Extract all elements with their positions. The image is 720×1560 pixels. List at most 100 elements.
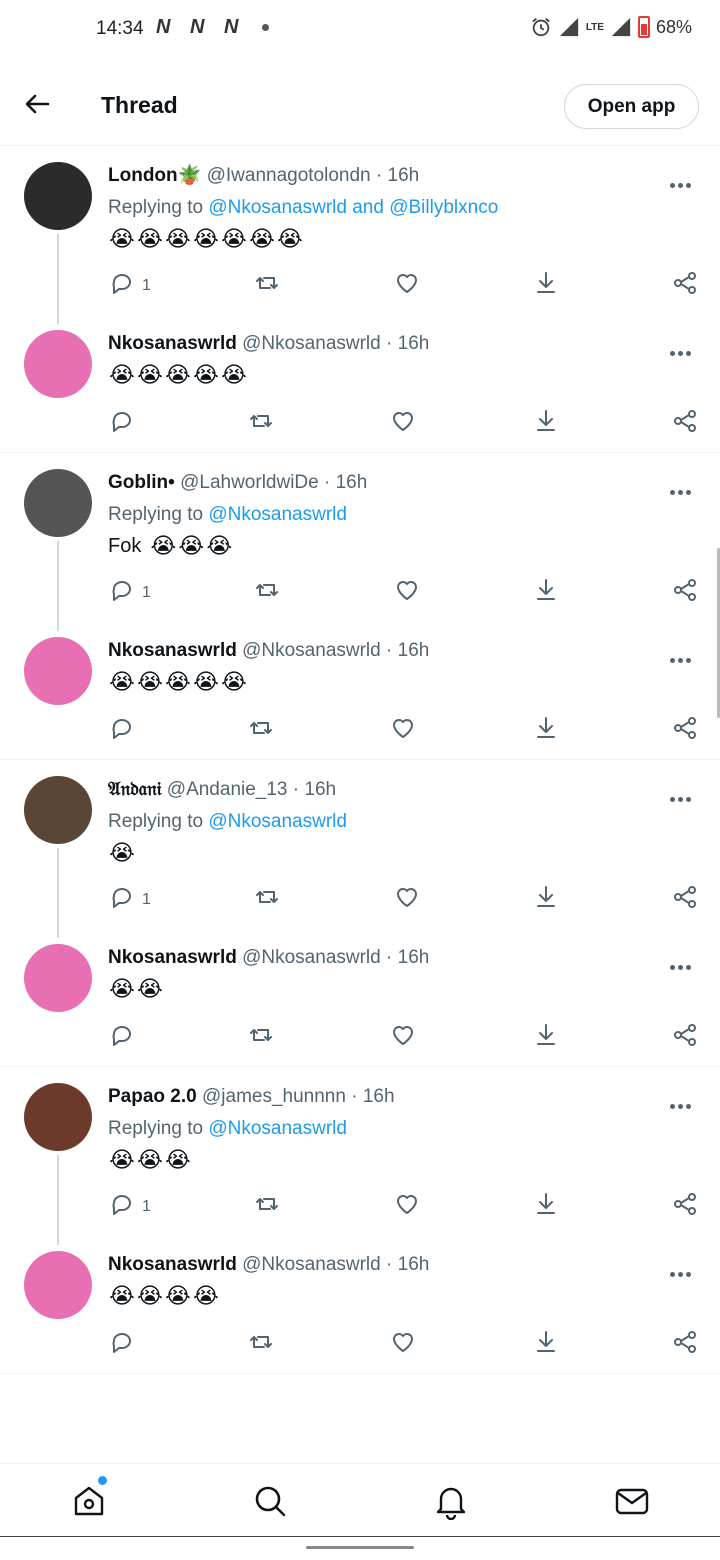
like-button[interactable] <box>390 715 416 746</box>
display-name[interactable]: Nkosanaswrld <box>108 947 237 968</box>
download-button[interactable] <box>533 408 559 439</box>
display-name[interactable]: Goblin• <box>108 472 175 493</box>
open-app-button[interactable]: Open app <box>564 84 699 129</box>
more-icon[interactable] <box>670 1096 696 1109</box>
tweet[interactable]: Nkosanaswrld @Nkosanaswrld · 16h 😭 😭 😭 😭 <box>0 1237 720 1373</box>
timestamp[interactable]: · 16h <box>386 333 429 354</box>
retweet-button[interactable] <box>248 1022 274 1053</box>
reply-button[interactable]: 1 <box>108 1191 151 1222</box>
download-button[interactable] <box>533 1191 559 1222</box>
gesture-bar[interactable] <box>306 1546 414 1549</box>
avatar[interactable] <box>24 1083 92 1151</box>
display-name[interactable]: Nkosanaswrld <box>108 1254 237 1275</box>
more-icon[interactable] <box>670 957 696 970</box>
retweet-button[interactable] <box>254 884 280 915</box>
avatar[interactable] <box>24 944 92 1012</box>
mention-link[interactable]: @Nkosanaswrld <box>208 504 347 525</box>
like-button[interactable] <box>394 1191 420 1222</box>
user-handle[interactable]: @Andanie_13 <box>167 779 288 800</box>
share-button[interactable] <box>672 715 698 746</box>
tweet[interactable]: Goblin• @LahworldwiDe · 16h Replying to @… <box>0 453 720 631</box>
mention-link[interactable]: @Nkosanaswrld <box>208 811 347 832</box>
avatar[interactable] <box>24 1251 92 1319</box>
timestamp[interactable]: · 16h <box>376 165 419 186</box>
display-name[interactable]: London <box>108 165 178 186</box>
share-button[interactable] <box>672 408 698 439</box>
reply-button[interactable] <box>108 1022 134 1053</box>
mention-link[interactable]: @Nkosanaswrld and @Billyblxnco <box>208 197 498 218</box>
search-icon[interactable] <box>251 1482 289 1520</box>
reply-button[interactable] <box>108 715 134 746</box>
like-button[interactable] <box>394 884 420 915</box>
like-button[interactable] <box>390 1022 416 1053</box>
more-icon[interactable] <box>670 1264 696 1277</box>
display-name[interactable]: Papao 2.0 <box>108 1086 197 1107</box>
home-icon[interactable] <box>70 1482 108 1520</box>
tweet[interactable]: Nkosanaswrld @Nkosanaswrld · 16h 😭 😭 😭 😭 😭 <box>0 623 720 759</box>
reply-button[interactable] <box>108 1329 134 1360</box>
timestamp[interactable]: · 16h <box>351 1086 394 1107</box>
download-button[interactable] <box>533 577 559 608</box>
retweet-button[interactable] <box>254 577 280 608</box>
user-handle[interactable]: @Nkosanaswrld <box>242 333 381 354</box>
user-handle[interactable]: @LahworldwiDe <box>180 472 319 493</box>
more-icon[interactable] <box>670 789 696 802</box>
download-button[interactable] <box>533 884 559 915</box>
tweet[interactable]: 𝔄𝔫𝔡𝔞𝔫𝔦 @Andanie_13 · 16h Replying to @Nko… <box>0 760 720 938</box>
retweet-button[interactable] <box>254 1191 280 1222</box>
timestamp[interactable]: · 16h <box>386 640 429 661</box>
reply-button[interactable]: 1 <box>108 577 151 608</box>
reply-button[interactable]: 1 <box>108 270 151 301</box>
user-handle[interactable]: @Nkosanaswrld <box>242 947 381 968</box>
display-name[interactable]: Nkosanaswrld <box>108 640 237 661</box>
download-button[interactable] <box>533 1329 559 1360</box>
tweet[interactable]: London🪴 @Iwannagotolondn · 16h Replying t… <box>0 146 720 324</box>
retweet-button[interactable] <box>248 408 274 439</box>
share-button[interactable] <box>672 577 698 608</box>
download-button[interactable] <box>533 270 559 301</box>
more-icon[interactable] <box>670 175 696 188</box>
share-button[interactable] <box>672 884 698 915</box>
avatar[interactable] <box>24 637 92 705</box>
download-button[interactable] <box>533 1022 559 1053</box>
avatar[interactable] <box>24 469 92 537</box>
timestamp[interactable]: · 16h <box>386 1254 429 1275</box>
user-handle[interactable]: @Iwannagotolondn <box>207 165 371 186</box>
share-button[interactable] <box>672 1191 698 1222</box>
retweet-button[interactable] <box>248 1329 274 1360</box>
back-arrow-icon[interactable] <box>20 90 54 118</box>
like-button[interactable] <box>394 270 420 301</box>
avatar[interactable] <box>24 330 92 398</box>
more-icon[interactable] <box>670 343 696 356</box>
timestamp[interactable]: · 16h <box>293 779 336 800</box>
like-button[interactable] <box>390 1329 416 1360</box>
display-name[interactable]: 𝔄𝔫𝔡𝔞𝔫𝔦 <box>108 779 162 800</box>
like-button[interactable] <box>390 408 416 439</box>
tweet[interactable]: Nkosanaswrld @Nkosanaswrld · 16h 😭 😭 <box>0 930 720 1066</box>
tweet-text: Fok 😭 😭 😭 <box>108 533 700 559</box>
user-handle[interactable]: @james_hunnnn <box>202 1086 346 1107</box>
share-button[interactable] <box>672 1329 698 1360</box>
tweet[interactable]: Nkosanaswrld @Nkosanaswrld · 16h 😭 😭 😭 😭 😭 <box>0 316 720 452</box>
share-button[interactable] <box>672 270 698 301</box>
reply-button[interactable] <box>108 408 134 439</box>
more-icon[interactable] <box>670 650 696 663</box>
more-icon[interactable] <box>670 482 696 495</box>
timestamp[interactable]: · 16h <box>386 947 429 968</box>
download-button[interactable] <box>533 715 559 746</box>
user-handle[interactable]: @Nkosanaswrld <box>242 640 381 661</box>
reply-button[interactable]: 1 <box>108 884 151 915</box>
avatar[interactable] <box>24 776 92 844</box>
mention-link[interactable]: @Nkosanaswrld <box>208 1118 347 1139</box>
retweet-button[interactable] <box>248 715 274 746</box>
tweet[interactable]: Papao 2.0 @james_hunnnn · 16h Replying to… <box>0 1067 720 1245</box>
retweet-button[interactable] <box>254 270 280 301</box>
avatar[interactable] <box>24 162 92 230</box>
mail-icon[interactable] <box>613 1482 651 1520</box>
bell-icon[interactable] <box>432 1482 470 1520</box>
timestamp[interactable]: · 16h <box>324 472 367 493</box>
display-name[interactable]: Nkosanaswrld <box>108 333 237 354</box>
like-button[interactable] <box>394 577 420 608</box>
user-handle[interactable]: @Nkosanaswrld <box>242 1254 381 1275</box>
share-button[interactable] <box>672 1022 698 1053</box>
